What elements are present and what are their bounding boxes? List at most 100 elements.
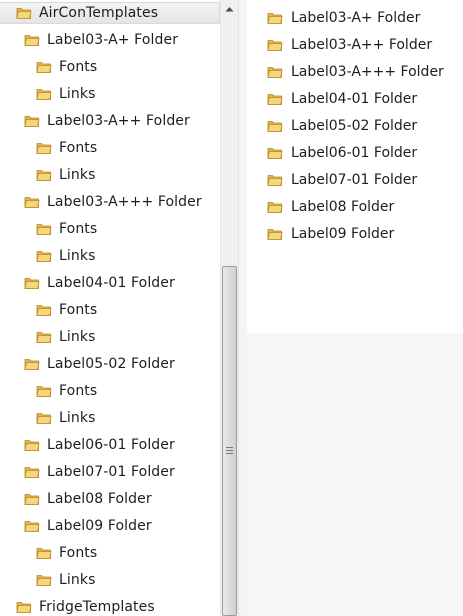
- folder-icon: [267, 226, 283, 242]
- tree-item-label: Label06-01 Folder: [47, 437, 175, 453]
- folder-icon: [267, 172, 283, 188]
- folder-icon: [36, 383, 52, 399]
- tree-item-fonts[interactable]: Fonts: [36, 542, 97, 564]
- folder-icon: [36, 86, 52, 102]
- tree-item-label: AirConTemplates: [39, 5, 159, 21]
- list-item-label: Label08 Folder: [291, 199, 395, 215]
- tree-item-label07-01[interactable]: Label07-01 Folder: [24, 461, 175, 483]
- folder-icon: [16, 599, 32, 615]
- tree-item-fridgetemplates[interactable]: FridgeTemplates: [16, 596, 155, 616]
- tree-item-links[interactable]: Links: [36, 407, 95, 429]
- folder-icon: [36, 140, 52, 156]
- folder-icon: [267, 37, 283, 53]
- list-item-label: Label07-01 Folder: [291, 172, 418, 188]
- tree-item-label08[interactable]: Label08 Folder: [24, 488, 152, 510]
- list-item-label: Label06-01 Folder: [291, 145, 418, 161]
- tree-item-label: FridgeTemplates: [39, 599, 155, 615]
- list-item[interactable]: Label03-A++ Folder: [267, 34, 432, 56]
- navigation-tree[interactable]: AirConTemplates Label03-A+ Folder Fonts …: [0, 0, 220, 616]
- list-item-label: Label05-02 Folder: [291, 118, 418, 134]
- tree-item-label: Links: [59, 572, 96, 588]
- list-item[interactable]: Label03-A+++ Folder: [267, 61, 444, 83]
- tree-item-label: Fonts: [59, 140, 98, 156]
- folder-icon: [24, 32, 40, 48]
- folder-icon: [267, 10, 283, 26]
- scroll-up-button[interactable]: [221, 0, 238, 17]
- folder-icon: [24, 518, 40, 534]
- tree-item-fonts[interactable]: Fonts: [36, 299, 97, 321]
- tree-item-links[interactable]: Links: [36, 569, 95, 591]
- folder-icon: [267, 145, 283, 161]
- tree-item-label06-01[interactable]: Label06-01 Folder: [24, 434, 175, 456]
- tree-item-links[interactable]: Links: [36, 245, 95, 267]
- tree-item-label: Label03-A+++ Folder: [47, 194, 202, 210]
- tree-item-label: Links: [59, 410, 96, 426]
- tree-item-label03-a-plus-plus-plus[interactable]: Label03-A+++ Folder: [24, 191, 202, 213]
- tree-item-label: Fonts: [59, 383, 98, 399]
- list-item[interactable]: Label03-A+ Folder: [267, 7, 420, 29]
- tree-item-label: Fonts: [59, 221, 98, 237]
- scrollbar-grip-icon: [226, 447, 233, 448]
- scroll-up-arrow-icon: [225, 6, 234, 11]
- folder-icon: [24, 491, 40, 507]
- folder-icon: [36, 59, 52, 75]
- tree-item-airconttemplates[interactable]: AirConTemplates: [0, 2, 220, 24]
- tree-item-label04-01[interactable]: Label04-01 Folder: [24, 272, 175, 294]
- tree-item-label: Links: [59, 86, 96, 102]
- folder-icon: [267, 64, 283, 80]
- list-item[interactable]: Label04-01 Folder: [267, 88, 417, 110]
- content-empty-area: [247, 333, 463, 616]
- tree-item-links[interactable]: Links: [36, 83, 95, 105]
- tree-item-label03-a-plus[interactable]: Label03-A+ Folder: [24, 29, 178, 51]
- pane-splitter[interactable]: [238, 0, 247, 616]
- folder-icon: [36, 572, 52, 588]
- tree-item-fonts[interactable]: Fonts: [36, 137, 97, 159]
- tree-item-fonts[interactable]: Fonts: [36, 56, 97, 78]
- folder-icon: [36, 329, 52, 345]
- folder-contents-list[interactable]: Label03-A+ Folder Label03-A++ Folder Lab…: [247, 0, 463, 333]
- list-item-label: Label03-A++ Folder: [291, 37, 433, 53]
- tree-item-links[interactable]: Links: [36, 326, 95, 348]
- tree-item-label: Fonts: [59, 59, 98, 75]
- tree-item-label: Label07-01 Folder: [47, 464, 175, 480]
- tree-item-fonts[interactable]: Fonts: [36, 380, 97, 402]
- tree-item-label: Label03-A+ Folder: [47, 32, 179, 48]
- folder-icon: [36, 248, 52, 264]
- folder-icon: [267, 91, 283, 107]
- folder-icon: [267, 118, 283, 134]
- tree-item-label: Fonts: [59, 545, 98, 561]
- tree-item-label: Label04-01 Folder: [47, 275, 175, 291]
- tree-item-label03-a-plus-plus[interactable]: Label03-A++ Folder: [24, 110, 190, 132]
- list-item[interactable]: Label08 Folder: [267, 196, 394, 218]
- scrollbar-thumb[interactable]: [222, 266, 237, 616]
- tree-scrollbar[interactable]: [220, 0, 238, 616]
- folder-icon: [36, 221, 52, 237]
- folder-icon: [24, 194, 40, 210]
- tree-item-label: Label05-02 Folder: [47, 356, 175, 372]
- folder-icon: [36, 545, 52, 561]
- folder-icon: [36, 410, 52, 426]
- tree-item-links[interactable]: Links: [36, 164, 95, 186]
- list-item-label: Label04-01 Folder: [291, 91, 418, 107]
- list-item[interactable]: Label07-01 Folder: [267, 169, 417, 191]
- folder-icon: [267, 199, 283, 215]
- folder-icon: [24, 275, 40, 291]
- tree-item-fonts[interactable]: Fonts: [36, 218, 97, 240]
- list-item-label: Label09 Folder: [291, 226, 395, 242]
- folder-icon: [24, 437, 40, 453]
- tree-item-label: Label08 Folder: [47, 491, 152, 507]
- folder-icon: [36, 167, 52, 183]
- list-item[interactable]: Label05-02 Folder: [267, 115, 417, 137]
- list-item-label: Label03-A+++ Folder: [291, 64, 444, 80]
- tree-item-label: Label09 Folder: [47, 518, 152, 534]
- folder-icon: [36, 302, 52, 318]
- folder-icon: [24, 113, 40, 129]
- tree-item-label: Fonts: [59, 302, 98, 318]
- tree-item-label05-02[interactable]: Label05-02 Folder: [24, 353, 175, 375]
- tree-item-label: Links: [59, 167, 96, 183]
- folder-icon: [16, 5, 32, 21]
- tree-item-label: Links: [59, 329, 96, 345]
- list-item[interactable]: Label09 Folder: [267, 223, 394, 245]
- tree-item-label09[interactable]: Label09 Folder: [24, 515, 152, 537]
- list-item[interactable]: Label06-01 Folder: [267, 142, 417, 164]
